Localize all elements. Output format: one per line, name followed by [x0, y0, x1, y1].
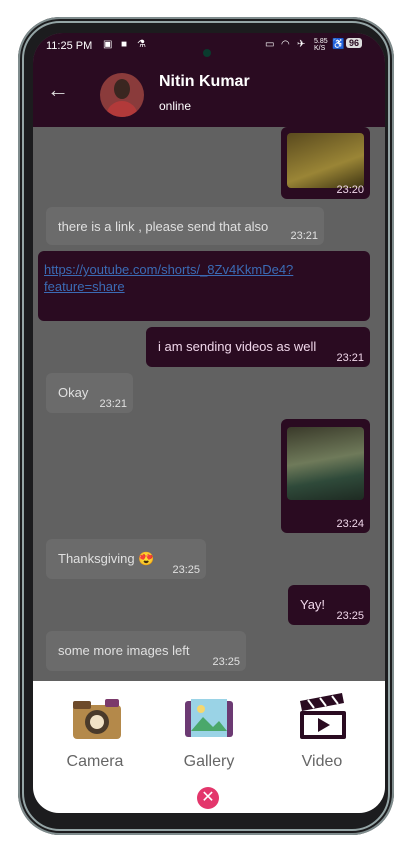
- message-text: i am sending videos as well: [158, 339, 317, 354]
- avatar-head: [114, 79, 130, 99]
- message-image-1[interactable]: 23:20: [281, 127, 370, 199]
- contact-name: Nitin Kumar: [159, 73, 250, 90]
- message-incoming-1: there is a link , please send that also …: [46, 207, 324, 245]
- message-time: 23:24: [336, 518, 364, 530]
- screen: 11:25 PM ▣ ■ ⚗ ▭ ◠ ✈ 5.85 K/S ♿ 96 ← Nit…: [33, 33, 385, 813]
- contact-presence: online: [159, 99, 192, 113]
- message-incoming-3: Thanksgiving 😍 23:25: [46, 539, 206, 579]
- camera-option[interactable]: Camera: [50, 691, 140, 781]
- avatar[interactable]: [100, 73, 144, 117]
- video-option[interactable]: Video: [277, 691, 367, 781]
- clapperboard-icon: [300, 693, 346, 739]
- message-time: 23:25: [336, 610, 364, 622]
- message-time: 23:21: [290, 230, 318, 242]
- accessibility-icon: ♿: [332, 39, 345, 50]
- message-link[interactable]: https://youtube.com/shorts/_8Zv4KkmDe4?f…: [38, 251, 370, 321]
- video-label: Video: [301, 753, 343, 770]
- message-text: some more images left: [58, 643, 190, 658]
- status-time: 11:25 PM: [46, 40, 93, 52]
- message-time: 23:21: [336, 352, 364, 364]
- close-icon[interactable]: ✕: [197, 787, 219, 809]
- front-camera: [203, 49, 211, 57]
- video-notification-icon: ■: [121, 39, 128, 50]
- message-incoming-2: Okay 23:21: [46, 373, 133, 413]
- chat-header: ← Nitin Kumar online: [33, 59, 385, 127]
- image-thumbnail[interactable]: [287, 133, 364, 188]
- message-time: 23:25: [172, 564, 200, 576]
- message-time: 23:20: [336, 184, 364, 196]
- gallery-icon: [185, 699, 233, 737]
- battery-indicator: 96: [346, 38, 363, 48]
- message-image-2[interactable]: 23:24: [281, 419, 370, 533]
- message-text: Yay!: [300, 597, 326, 612]
- message-incoming-4: some more images left 23:25: [46, 631, 246, 671]
- message-text: there is a link , please send that also: [58, 219, 269, 234]
- image-thumbnail[interactable]: [287, 427, 364, 500]
- camera-icon: [73, 699, 121, 739]
- back-arrow-icon[interactable]: ←: [47, 77, 69, 103]
- gallery-label: Gallery: [183, 753, 235, 770]
- network-speed: 5.85 K/S: [314, 38, 328, 52]
- avatar-body: [106, 101, 138, 117]
- flask-icon: ⚗: [137, 39, 146, 50]
- airplane-icon: ✈: [297, 39, 306, 50]
- message-text: Okay: [58, 385, 89, 400]
- message-time: 23:25: [212, 656, 240, 668]
- message-outgoing-2: Yay! 23:25: [288, 585, 370, 625]
- attachment-sheet: Camera Gallery Video ✕: [33, 681, 385, 813]
- cast-icon: ▭: [265, 39, 275, 50]
- wifi-icon: ◠: [281, 39, 290, 50]
- message-notification-icon: ▣: [103, 39, 113, 50]
- camera-label: Camera: [66, 753, 124, 770]
- message-time: 23:21: [99, 398, 127, 410]
- message-outgoing-1: i am sending videos as well 23:21: [146, 327, 370, 367]
- youtube-link[interactable]: https://youtube.com/shorts/_8Zv4KkmDe4?f…: [44, 261, 362, 295]
- gallery-option[interactable]: Gallery: [164, 691, 254, 781]
- message-text: Thanksgiving 😍: [58, 551, 155, 566]
